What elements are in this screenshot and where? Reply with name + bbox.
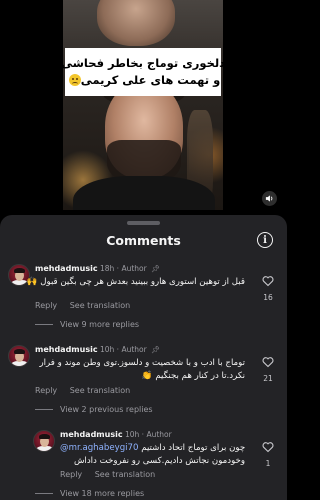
comment-meta: mehdadmusic 10h · Author 📌︎ xyxy=(35,345,160,354)
heart-icon[interactable] xyxy=(262,275,274,287)
like-count: 1 xyxy=(265,459,271,468)
reply-button[interactable]: Reply xyxy=(60,470,82,479)
view-more-replies[interactable]: View 9 more replies xyxy=(35,320,139,329)
comment-meta: mehdadmusic 10h · Author xyxy=(60,430,172,439)
avatar[interactable] xyxy=(33,430,55,452)
comment-author-badge: Author xyxy=(121,345,147,354)
see-translation-button[interactable]: See translation xyxy=(95,470,155,479)
like-count: 21 xyxy=(263,374,273,383)
avatar-hair xyxy=(39,434,50,439)
meta-separator: · xyxy=(116,264,120,273)
view-more-replies[interactable]: View 18 more replies xyxy=(35,489,144,498)
comment-text-line-1-text: چون برای توماج اتحاد داشتیم xyxy=(141,443,246,453)
pin-icon: 📌︎ xyxy=(151,265,160,273)
comment-author-badge: Author xyxy=(146,430,172,439)
comment-time: 10h xyxy=(124,430,140,439)
volume-button[interactable] xyxy=(262,191,277,206)
avatar[interactable] xyxy=(8,345,30,367)
avatar-hair xyxy=(14,349,25,354)
replies-line xyxy=(35,493,53,494)
comment-username[interactable]: mehdadmusic xyxy=(35,345,98,354)
sad-face-emoji-icon xyxy=(68,74,81,86)
avatar-hair xyxy=(14,268,25,273)
comment-text-line-2: وخودمون نجاتش دادیم.کسی رو نفروخت داداش xyxy=(73,456,245,466)
comments-sheet: Comments i mehdadmusic 18h · Author 📌︎ ق… xyxy=(0,215,287,500)
video-person-body xyxy=(73,176,215,210)
comment-actions: Reply See translation xyxy=(35,386,140,395)
comment-text-line-1: @mr.aghabeygi70 چون برای توماج اتحاد داش… xyxy=(60,442,245,455)
sheet-title: Comments xyxy=(106,233,181,248)
comment-actions: Reply See translation xyxy=(60,470,165,479)
comment-meta: mehdadmusic 18h · Author 📌︎ xyxy=(35,264,160,273)
comment-text: قبل از توهین استوری هارو ببینید بعدش هر … xyxy=(26,277,245,287)
video-area: دلخوری توماج بخاطر فحاشی و تهمت های علی … xyxy=(0,0,287,215)
comment-time: 10h xyxy=(99,345,115,354)
view-previous-replies[interactable]: View 2 previous replies xyxy=(35,405,153,414)
video-caption: دلخوری توماج بخاطر فحاشی و تهمت های علی … xyxy=(63,48,223,96)
reply-button[interactable]: Reply xyxy=(35,386,57,395)
replies-line xyxy=(35,409,53,410)
comment-text-line-1: توماج با ادب و با شخصیت و دلسوز.توی وطن … xyxy=(39,358,245,368)
video-frame-top-person xyxy=(97,0,175,46)
comment-username[interactable]: mehdadmusic xyxy=(60,430,123,439)
video-caption-line-2-text: و تهمت های علی کریمی xyxy=(80,73,221,87)
speaker-icon xyxy=(265,195,273,202)
meta-separator: · xyxy=(141,430,145,439)
mention-link[interactable]: @mr.aghabeygi70 xyxy=(60,443,138,453)
see-translation-button[interactable]: See translation xyxy=(70,386,130,395)
heart-icon[interactable] xyxy=(262,441,274,453)
pin-icon: 📌︎ xyxy=(151,346,160,354)
info-icon: i xyxy=(263,234,267,246)
drag-handle[interactable] xyxy=(127,221,160,225)
like-count: 16 xyxy=(263,293,273,302)
heart-icon[interactable] xyxy=(262,356,274,368)
video-caption-line-1: دلخوری توماج بخاطر فحاشی xyxy=(63,56,223,70)
comment-author-badge: Author xyxy=(121,264,147,273)
view-more-replies-label: View 9 more replies xyxy=(60,320,140,329)
reply-button[interactable]: Reply xyxy=(35,301,57,310)
view-previous-replies-label: View 2 previous replies xyxy=(60,405,153,414)
comment-item: mehdadmusic 10h · Author 📌︎ توماج با ادب… xyxy=(0,340,287,420)
meta-separator: · xyxy=(116,345,120,354)
see-translation-button[interactable]: See translation xyxy=(70,301,130,310)
comment-actions: Reply See translation xyxy=(35,301,140,310)
video-player[interactable]: دلخوری توماج بخاطر فحاشی و تهمت های علی … xyxy=(63,0,223,210)
video-caption-line-2: و تهمت های علی کریمی xyxy=(66,72,220,89)
comment-text-line-2: نکرد.تا در کنار هم بجنگیم 👏 xyxy=(141,371,245,381)
comment-item: mehdadmusic 18h · Author 📌︎ قبل از توهین… xyxy=(0,259,287,339)
info-button[interactable]: i xyxy=(257,232,273,248)
reply-item: mehdadmusic 10h · Author @mr.aghabeygi70… xyxy=(0,425,287,500)
comment-username[interactable]: mehdadmusic xyxy=(35,264,98,273)
replies-line xyxy=(35,324,53,325)
comment-time: 18h xyxy=(99,264,115,273)
view-more-replies-label: View 18 more replies xyxy=(60,489,145,498)
